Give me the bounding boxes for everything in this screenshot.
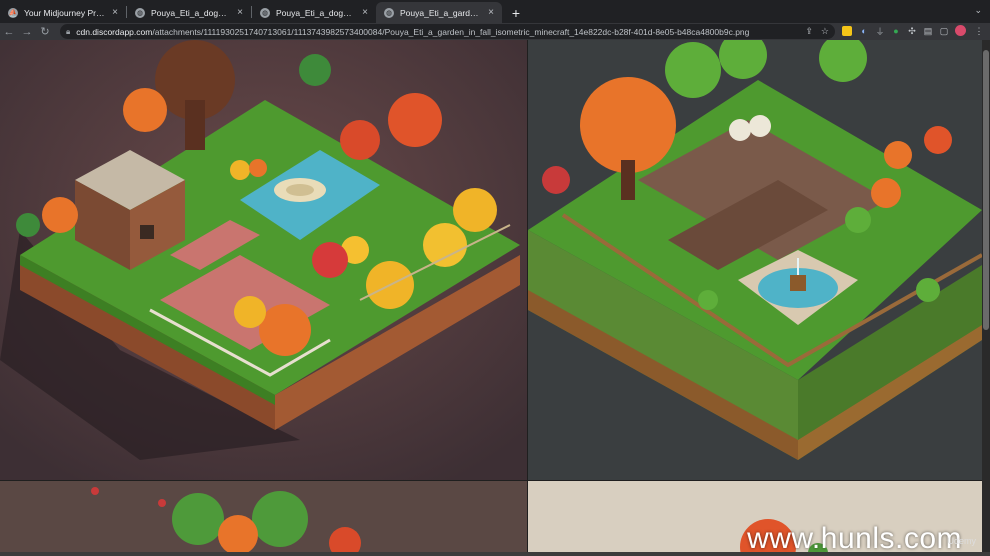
tab-bar: ⛵ Your Midjourney Profile × ◍ Pouya_Eti_… [0, 0, 990, 23]
extension-green-icon[interactable]: ● [890, 25, 902, 37]
tab-midjourney-profile[interactable]: ⛵ Your Midjourney Profile × [0, 2, 126, 23]
udemy-logo: Udemy [947, 536, 976, 546]
tab-title: Pouya_Eti_a_garden_in_fall_is... [400, 7, 482, 18]
globe-icon: ◍ [135, 7, 145, 18]
globe-icon: ◍ [384, 7, 394, 18]
star-icon[interactable]: ☆ [821, 26, 829, 37]
globe-icon: ◍ [260, 7, 270, 18]
reload-icon[interactable]: ↻ [36, 23, 54, 40]
close-icon[interactable]: × [112, 7, 118, 18]
new-tab-button[interactable]: + [506, 3, 526, 23]
browser-toolbar: ← → ↻ 🔒︎ cdn.discordapp.com/attachments/… [0, 23, 990, 40]
extension-moon-icon[interactable]: ◐ [858, 25, 870, 37]
vertical-scrollbar[interactable] [982, 40, 990, 552]
extension-plug-icon[interactable]: ⏚ [874, 25, 886, 37]
url-text: cdn.discordapp.com/attachments/111193025… [76, 27, 749, 37]
url-host: cdn.discordapp.com [76, 26, 153, 37]
tab-title: Pouya_Eti_a_dog_playing_in_... [276, 7, 356, 18]
back-arrow-icon[interactable]: ← [0, 23, 18, 40]
share-icon[interactable]: ⇪ [805, 26, 813, 37]
omnibox-actions: ⇪ ☆ [805, 26, 829, 37]
tab-dog-playing-1[interactable]: ◍ Pouya_Eti_a_dog_playing_in_... × [127, 2, 251, 23]
forward-arrow-icon[interactable]: → [18, 23, 36, 40]
address-bar[interactable]: 🔒︎ cdn.discordapp.com/attachments/111193… [60, 24, 835, 39]
tab-groups-icon[interactable]: ▢ [938, 25, 950, 37]
sidebar-toggle-icon[interactable]: ▤ [922, 25, 934, 37]
midjourney-favicon-icon: ⛵ [8, 7, 18, 18]
tab-title: Pouya_Eti_a_dog_playing_in_... [151, 7, 231, 18]
tab-search-icon[interactable]: ⌄ [974, 5, 982, 16]
close-icon[interactable]: × [488, 7, 494, 18]
lock-icon[interactable]: 🔒︎ [66, 27, 70, 37]
garden-image-top-left [0, 40, 527, 480]
image-viewer: www.hunls.com Udemy [0, 40, 990, 552]
profile-avatar[interactable] [955, 25, 966, 36]
extension-yellow-icon[interactable] [842, 26, 852, 36]
tab-dog-playing-2[interactable]: ◍ Pouya_Eti_a_dog_playing_in_... × [252, 2, 376, 23]
menu-kebab-icon[interactable]: ⋮ [973, 25, 985, 37]
close-icon[interactable]: × [362, 7, 368, 18]
tab-garden-fall[interactable]: ◍ Pouya_Eti_a_garden_in_fall_is... × [376, 2, 502, 23]
extensions-puzzle-icon[interactable]: ✣ [906, 25, 918, 37]
garden-image-bottom-left [0, 481, 527, 552]
watermark-text: www.hunls.com [747, 522, 962, 552]
close-icon[interactable]: × [237, 7, 243, 18]
url-path: /attachments/1111930251740713061/1113743… [152, 26, 750, 37]
garden-image-top-right [528, 40, 982, 480]
scrollbar-thumb[interactable] [983, 50, 989, 330]
tab-title: Your Midjourney Profile [24, 7, 107, 18]
horizontal-scrollbar[interactable] [0, 552, 990, 556]
